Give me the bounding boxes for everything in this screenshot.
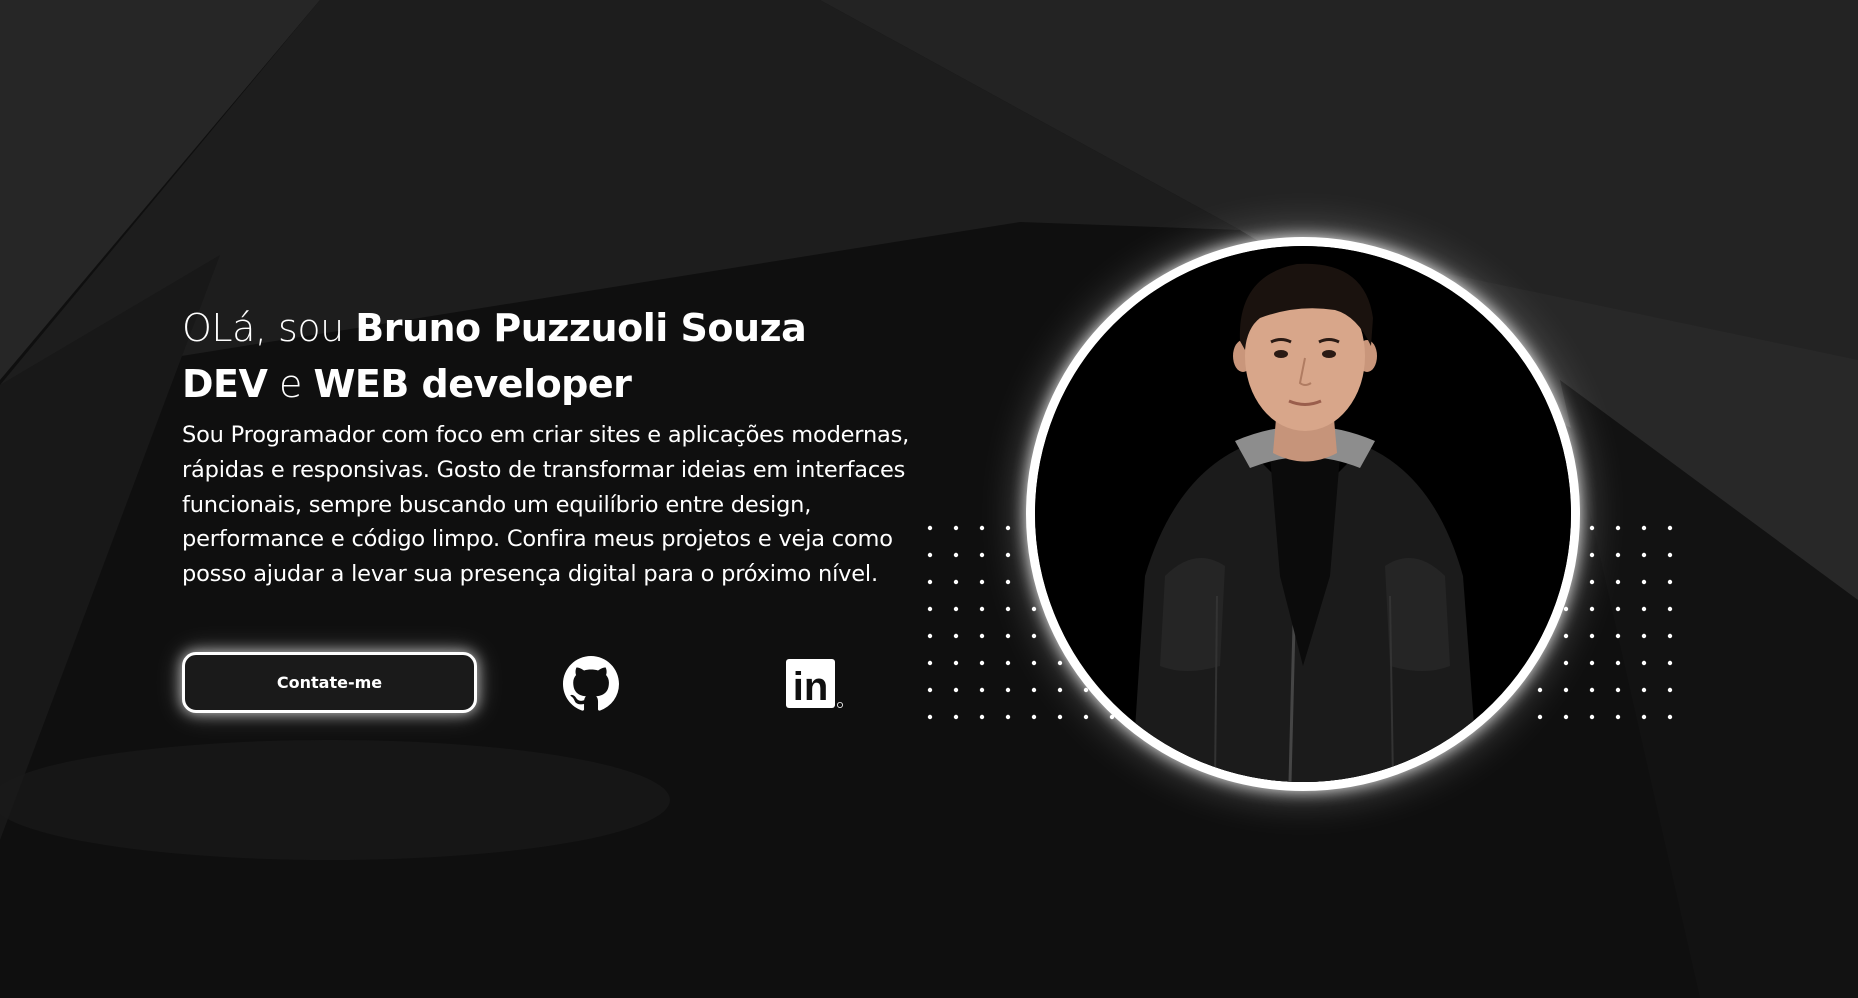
github-icon [563, 656, 619, 711]
github-link[interactable] [563, 656, 619, 712]
profile-photo [1026, 237, 1580, 791]
greeting-prefix: OLá, sou [182, 306, 356, 350]
hero-description: Sou Programador com foco em criar sites … [182, 422, 910, 588]
developer-name: Bruno Puzzuoli Souza [355, 306, 807, 350]
linkedin-link[interactable]: in [784, 657, 844, 711]
linkedin-icon: in [786, 659, 844, 709]
contact-button[interactable]: Contate-me [182, 652, 477, 713]
role-connector: e [267, 362, 314, 406]
role-heading: DEV e WEB developer [182, 356, 942, 412]
profile-portrait-illustration [1035, 246, 1571, 782]
hero-intro: OLá, sou Bruno Puzzuoli Souza DEV e WEB … [182, 300, 942, 592]
role-dev: DEV [182, 362, 268, 406]
role-web-developer: WEB developer [313, 362, 632, 406]
linkedin-logo-text: in [793, 665, 829, 709]
greeting-heading: OLá, sou Bruno Puzzuoli Souza [182, 300, 942, 356]
